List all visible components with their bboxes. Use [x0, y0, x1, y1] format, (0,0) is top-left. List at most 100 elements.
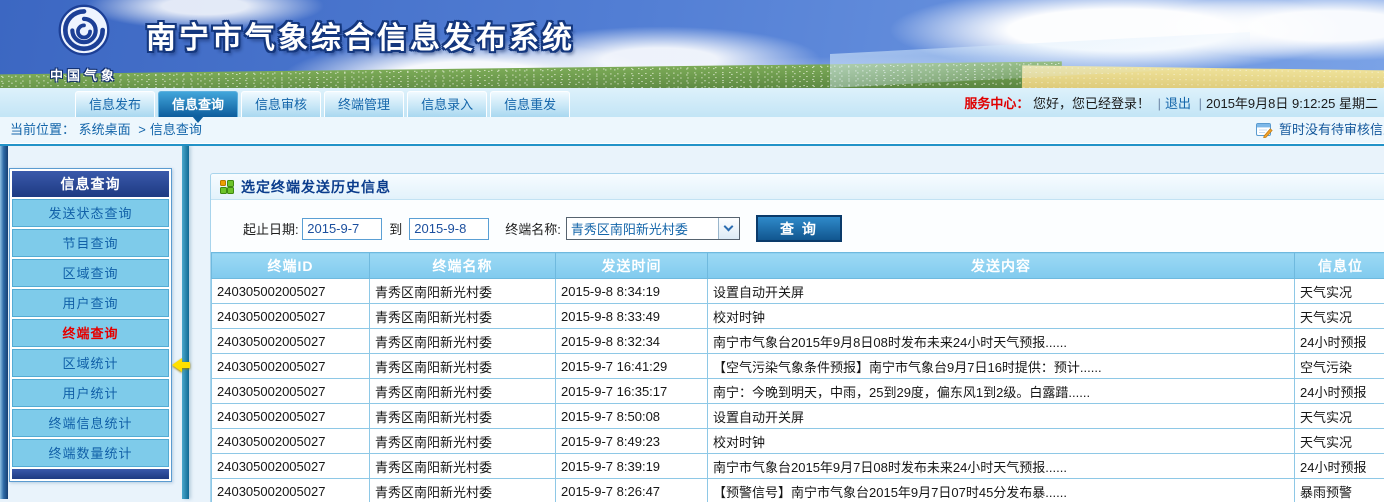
logo-caption: 中国气象: [28, 65, 140, 84]
table-cell: 240305002005027: [212, 454, 370, 479]
table-cell: 240305002005027: [212, 354, 370, 379]
sidebar-item-用户统计[interactable]: 用户统计: [12, 379, 169, 407]
top-navbar: 信息发布信息查询信息审核终端管理信息录入信息重发 服务中心： 您好，您已经登录！…: [0, 88, 1384, 117]
table-cell: 240305002005027: [212, 479, 370, 502]
top-banner: 中国气象 南宁市气象综合信息发布系统: [0, 0, 1384, 88]
table-cell: 校对时钟: [708, 429, 1295, 454]
date-from-input[interactable]: [302, 218, 382, 240]
table-row[interactable]: 240305002005027青秀区南阳新光村委2015-9-7 8:50:08…: [212, 404, 1384, 429]
table-body: 240305002005027青秀区南阳新光村委2015-9-8 8:34:19…: [212, 279, 1384, 502]
table-cell: 2015-9-7 8:50:08: [556, 404, 708, 429]
query-form: 起止日期: 到 终端名称: 青秀区南阳新光村委 查 询: [243, 215, 1384, 242]
table-cell: 南宁：今晚到明天，中雨，25到29度，偏东风1到2级。白露踖......: [708, 379, 1295, 404]
datetime-display: 2015年9月8日 9:12:25 星期二: [1206, 96, 1378, 111]
table-cell: 240305002005027: [212, 279, 370, 304]
table-row[interactable]: 240305002005027青秀区南阳新光村委2015-9-7 16:41:2…: [212, 354, 1384, 379]
grid-icon: [220, 180, 234, 194]
select-arrow-button[interactable]: [718, 218, 739, 239]
sidebar-item-节目查询[interactable]: 节目查询: [12, 229, 169, 257]
tab-终端管理[interactable]: 终端管理: [324, 91, 404, 117]
system-title: 南宁市气象综合信息发布系统: [146, 13, 575, 57]
table-cell: 24小时预报: [1295, 454, 1384, 479]
tab-信息审核[interactable]: 信息审核: [241, 91, 321, 117]
table-cell: 青秀区南阳新光村委: [370, 354, 556, 379]
panel-header: 选定终端发送历史信息: [211, 174, 1384, 200]
sidebar: 信息查询 发送状态查询节目查询区域查询用户查询终端查询区域统计用户统计终端信息统…: [9, 168, 172, 482]
breadcrumb-info-query[interactable]: 信息查询: [150, 122, 202, 137]
table-cell: 2015-9-7 16:35:17: [556, 379, 708, 404]
nav-tabs: 信息发布信息查询信息审核终端管理信息录入信息重发: [75, 91, 570, 117]
content-panel: 选定终端发送历史信息 起止日期: 到 终端名称: 青秀区南阳新光村委 查 询 终…: [210, 173, 1384, 502]
tab-信息发布[interactable]: 信息发布: [75, 91, 155, 117]
table-cell: 24小时预报: [1295, 379, 1384, 404]
table-cell: 天气实况: [1295, 279, 1384, 304]
table-cell: 青秀区南阳新光村委: [370, 279, 556, 304]
history-table: 终端ID终端名称发送时间发送内容信息位 240305002005027青秀区南阳…: [211, 252, 1384, 502]
table-cell: 校对时钟: [708, 304, 1295, 329]
login-greeting: 您好，您已经登录！: [1033, 96, 1150, 111]
sidebar-item-发送状态查询[interactable]: 发送状态查询: [12, 199, 169, 227]
sidebar-splitter[interactable]: [182, 146, 189, 499]
table-cell: 设置自动开关屏: [708, 404, 1295, 429]
cma-logo: 中国气象: [28, 3, 140, 84]
sidebar-collapse-arrow-icon[interactable]: [172, 358, 182, 372]
date-to-input[interactable]: [409, 218, 489, 240]
date-range-label: 起止日期:: [243, 219, 299, 238]
audit-notice[interactable]: 暂时没有待审核信息: [1256, 117, 1384, 143]
main-area: 信息查询 发送状态查询节目查询区域查询用户查询终端查询区域统计用户统计终端信息统…: [0, 146, 1384, 499]
table-cell: 240305002005027: [212, 429, 370, 454]
sidebar-item-区域查询[interactable]: 区域查询: [12, 259, 169, 287]
table-cell: 2015-9-8 8:33:49: [556, 304, 708, 329]
table-cell: 240305002005027: [212, 404, 370, 429]
table-cell: 青秀区南阳新光村委: [370, 329, 556, 354]
tab-信息查询[interactable]: 信息查询: [158, 91, 238, 117]
sidebar-item-用户查询[interactable]: 用户查询: [12, 289, 169, 317]
audit-notice-text: 暂时没有待审核信息: [1279, 117, 1384, 143]
breadcrumb-desktop[interactable]: 系统桌面: [79, 122, 131, 137]
table-cell: 2015-9-8 8:34:19: [556, 279, 708, 304]
table-cell: 2015-9-7 8:39:19: [556, 454, 708, 479]
table-cell: 天气实况: [1295, 304, 1384, 329]
table-cell: 240305002005027: [212, 379, 370, 404]
sidebar-item-终端信息统计[interactable]: 终端信息统计: [12, 409, 169, 437]
tab-信息录入[interactable]: 信息录入: [407, 91, 487, 117]
table-row[interactable]: 240305002005027青秀区南阳新光村委2015-9-7 8:26:47…: [212, 479, 1384, 502]
breadcrumb-separator: >: [138, 122, 146, 137]
column-header: 终端名称: [370, 253, 556, 279]
sidebar-menu: 发送状态查询节目查询区域查询用户查询终端查询区域统计用户统计终端信息统计终端数量…: [12, 199, 169, 467]
table-row[interactable]: 240305002005027青秀区南阳新光村委2015-9-7 16:35:1…: [212, 379, 1384, 404]
table-cell: 2015-9-7 8:49:23: [556, 429, 708, 454]
separator: |: [1158, 96, 1161, 111]
table-cell: 天气实况: [1295, 429, 1384, 454]
terminal-select[interactable]: 青秀区南阳新光村委: [566, 217, 740, 240]
table-cell: 设置自动开关屏: [708, 279, 1295, 304]
table-cell: 天气实况: [1295, 404, 1384, 429]
sidebar-item-终端数量统计[interactable]: 终端数量统计: [12, 439, 169, 467]
sidebar-item-终端查询[interactable]: 终端查询: [12, 319, 169, 347]
query-button[interactable]: 查 询: [756, 215, 842, 242]
table-cell: 【预警信号】南宁市气象台2015年9月7日07时45分发布暴......: [708, 479, 1295, 502]
table-cell: 2015-9-8 8:32:34: [556, 329, 708, 354]
table-cell: 南宁市气象台2015年9月8日08时发布未来24小时天气预报......: [708, 329, 1295, 354]
column-header: 发送时间: [556, 253, 708, 279]
table-header-row: 终端ID终端名称发送时间发送内容信息位: [212, 253, 1384, 279]
table-row[interactable]: 240305002005027青秀区南阳新光村委2015-9-7 8:39:19…: [212, 454, 1384, 479]
table-cell: 24小时预报: [1295, 329, 1384, 354]
table-cell: 240305002005027: [212, 329, 370, 354]
table-row[interactable]: 240305002005027青秀区南阳新光村委2015-9-8 8:32:34…: [212, 329, 1384, 354]
logout-link[interactable]: 退出: [1165, 96, 1191, 111]
table-cell: 2015-9-7 16:41:29: [556, 354, 708, 379]
table-row[interactable]: 240305002005027青秀区南阳新光村委2015-9-8 8:33:49…: [212, 304, 1384, 329]
sidebar-item-区域统计[interactable]: 区域统计: [12, 349, 169, 377]
table-cell: 青秀区南阳新光村委: [370, 454, 556, 479]
sidebar-footer: [12, 469, 169, 479]
service-center-label: 服务中心：: [964, 96, 1029, 111]
table-cell: 青秀区南阳新光村委: [370, 304, 556, 329]
table-row[interactable]: 240305002005027青秀区南阳新光村委2015-9-8 8:34:19…: [212, 279, 1384, 304]
breadcrumb-row: 当前位置： 系统桌面 >信息查询 暂时没有待审核信息: [0, 117, 1384, 143]
table-cell: 暴雨预警: [1295, 479, 1384, 502]
service-center-bar: 服务中心： 您好，您已经登录！ | 退出 | 2015年9月8日 9:12:25 星…: [964, 93, 1378, 112]
separator: |: [1199, 96, 1202, 111]
tab-信息重发[interactable]: 信息重发: [490, 91, 570, 117]
table-row[interactable]: 240305002005027青秀区南阳新光村委2015-9-7 8:49:23…: [212, 429, 1384, 454]
